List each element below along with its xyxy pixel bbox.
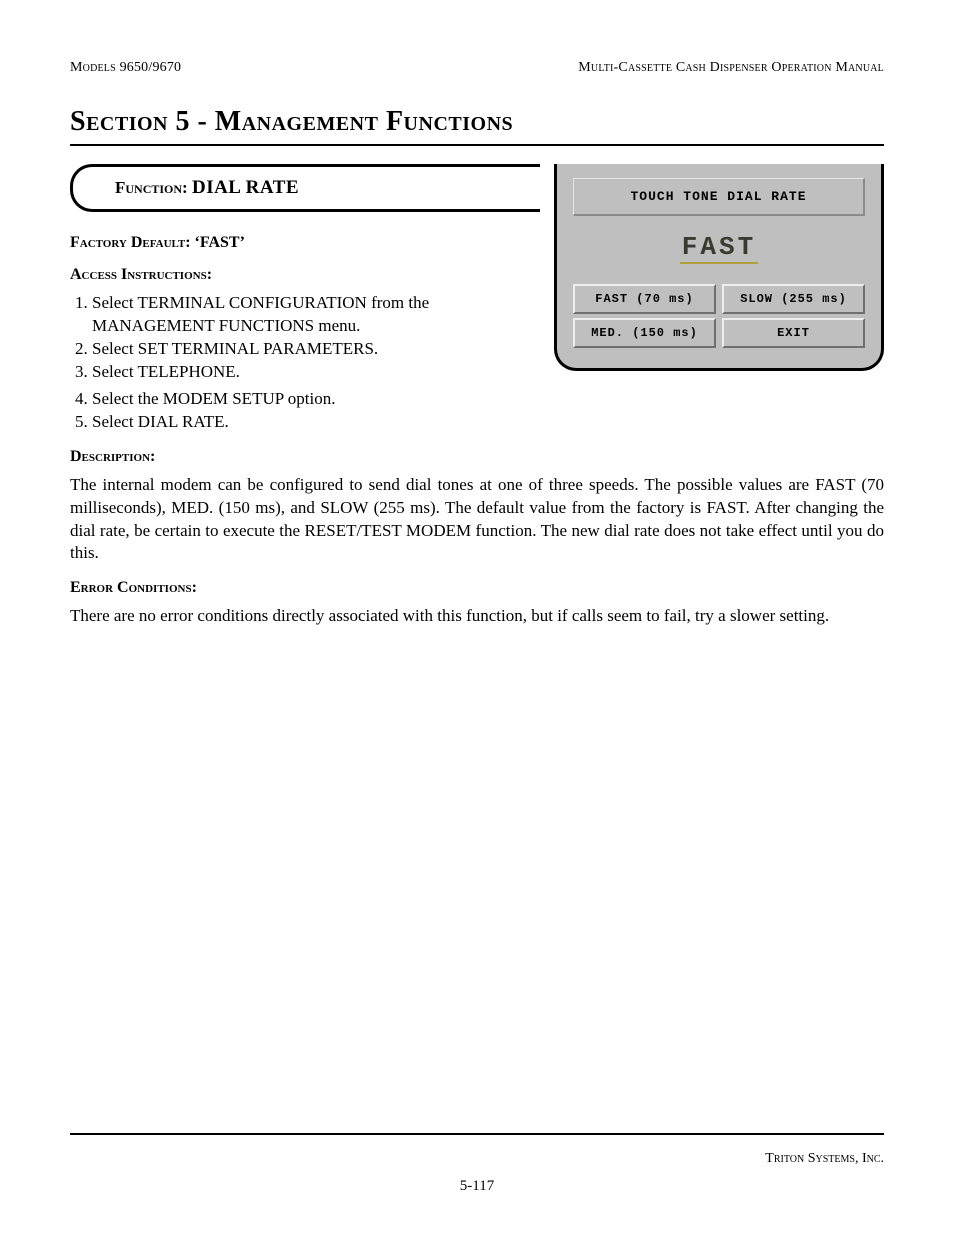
factory-default: Factory Default: ‘FAST’ <box>70 234 540 252</box>
page: Models 9650/9670 Multi-Cassette Cash Dis… <box>0 0 954 1235</box>
right-column: TOUCH TONE DIAL RATE FAST FAST (70 ms) S… <box>554 164 884 384</box>
step-4: Select the MODEM SETUP option. <box>92 388 884 411</box>
content-row: Function: DIAL RATE Factory Default: ‘FA… <box>70 164 884 384</box>
factory-default-label: Factory Default: <box>70 234 195 251</box>
step-2: Select SET TERMINAL PARAMETERS. <box>92 338 540 361</box>
step-5: Select DIAL RATE. <box>92 411 884 434</box>
step-1: Select TERMINAL CONFIGURATION from the M… <box>92 292 540 338</box>
page-header: Models 9650/9670 Multi-Cassette Cash Dis… <box>70 60 884 76</box>
section-title: Section 5 - Management Functions <box>70 106 884 138</box>
left-column: Function: DIAL RATE Factory Default: ‘FA… <box>70 164 540 384</box>
terminal-button-row-1: FAST (70 ms) SLOW (255 ms) <box>573 284 865 314</box>
terminal-title: TOUCH TONE DIAL RATE <box>573 178 865 216</box>
function-box: Function: DIAL RATE <box>70 164 540 212</box>
step-3: Select TELEPHONE. <box>92 361 540 384</box>
description-heading: Description: <box>70 448 884 466</box>
terminal-current-value: FAST <box>573 224 865 280</box>
error-heading: Error Conditions: <box>70 579 884 597</box>
terminal-button-row-2: MED. (150 ms) EXIT <box>573 318 865 348</box>
function-name: DIAL RATE <box>192 177 299 198</box>
footer-page-number: 5-117 <box>0 1178 954 1195</box>
fast-button[interactable]: FAST (70 ms) <box>573 284 716 314</box>
footer-rule <box>70 1133 884 1135</box>
description-text: The internal modem can be configured to … <box>70 474 884 566</box>
access-steps-cont: Select the MODEM SETUP option. Select DI… <box>70 388 884 434</box>
med-button[interactable]: MED. (150 ms) <box>573 318 716 348</box>
footer-company: Triton Systems, Inc. <box>765 1151 884 1167</box>
function-label: Function: <box>115 178 192 197</box>
exit-button[interactable]: EXIT <box>722 318 865 348</box>
title-rule <box>70 144 884 146</box>
error-text: There are no error conditions directly a… <box>70 605 884 628</box>
header-left: Models 9650/9670 <box>70 60 181 76</box>
access-steps: Select TERMINAL CONFIGURATION from the M… <box>70 292 540 384</box>
header-right: Multi-Cassette Cash Dispenser Operation … <box>578 60 884 76</box>
terminal-screenshot: TOUCH TONE DIAL RATE FAST FAST (70 ms) S… <box>554 164 884 371</box>
slow-button[interactable]: SLOW (255 ms) <box>722 284 865 314</box>
access-heading: Access Instructions: <box>70 266 540 284</box>
factory-default-value: ‘FAST’ <box>195 234 245 251</box>
